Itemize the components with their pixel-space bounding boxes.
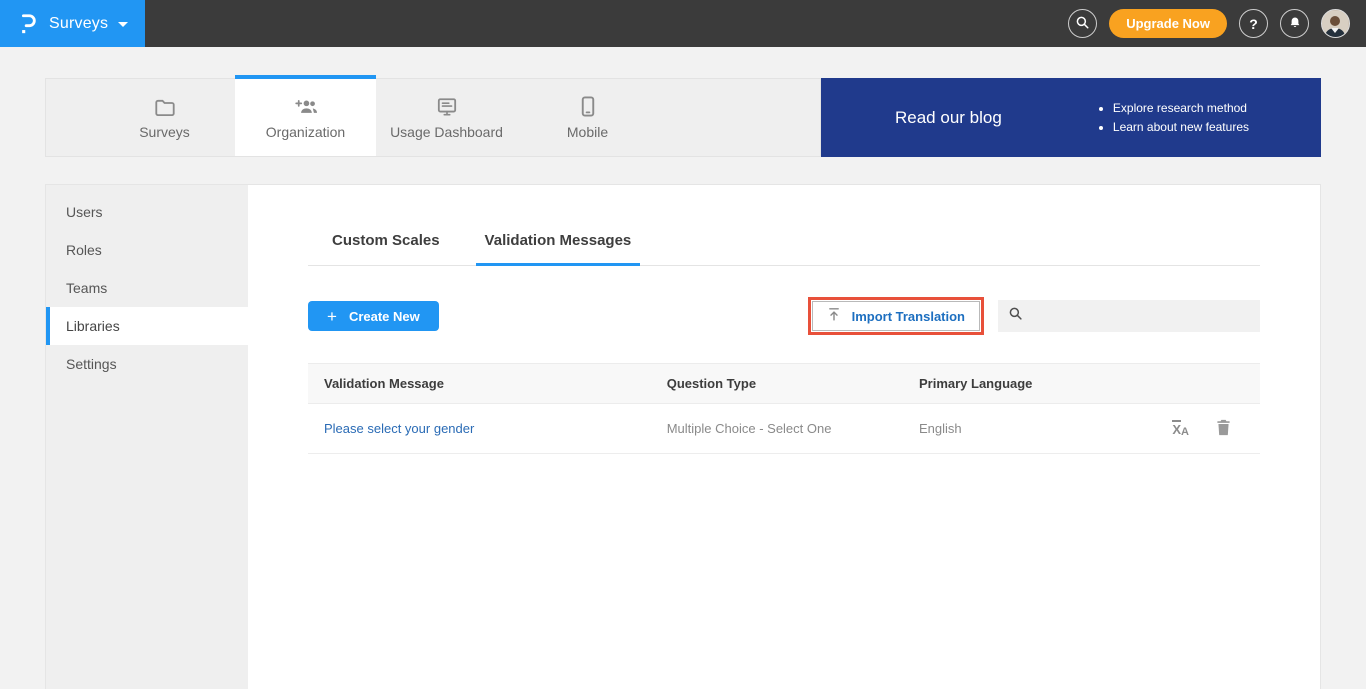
notifications-button[interactable] <box>1280 9 1309 38</box>
search-icon <box>1075 15 1090 33</box>
blog-banner-bullets: Explore research method Learn about new … <box>1097 96 1249 139</box>
topbar-actions: Upgrade Now ? <box>1068 9 1366 38</box>
sidebar-item-settings[interactable]: Settings <box>46 345 248 383</box>
toolbar: + Create New Import Translation <box>308 297 1260 335</box>
questionpro-logo-icon <box>17 12 39 36</box>
help-button[interactable]: ? <box>1239 9 1268 38</box>
table-search-input[interactable] <box>1031 300 1260 332</box>
search-icon <box>1008 306 1023 326</box>
tab-custom-scales[interactable]: Custom Scales <box>323 232 449 266</box>
question-type-cell: Multiple Choice - Select One <box>651 404 903 454</box>
nav-tab-label: Mobile <box>567 124 608 140</box>
blog-banner-title: Read our blog <box>895 108 1002 128</box>
nav-tab-label: Organization <box>266 124 345 140</box>
blog-banner[interactable]: Read our blog Explore research method Le… <box>821 78 1321 157</box>
library-tabs: Custom Scales Validation Messages <box>308 232 1260 266</box>
translate-icon: XA <box>1172 420 1189 438</box>
validation-messages-table: Validation Message Question Type Primary… <box>308 363 1260 454</box>
sidebar-item-roles[interactable]: Roles <box>46 231 248 269</box>
chevron-down-icon <box>118 22 128 27</box>
create-new-label: Create New <box>349 309 420 324</box>
upgrade-now-button[interactable]: Upgrade Now <box>1109 9 1227 38</box>
upload-icon <box>827 307 841 325</box>
tab-validation-messages[interactable]: Validation Messages <box>476 232 641 266</box>
nav-tab-mobile[interactable]: Mobile <box>517 79 658 156</box>
blog-bullet: Learn about new features <box>1113 120 1249 134</box>
user-avatar[interactable] <box>1321 9 1350 38</box>
group-add-icon <box>293 95 319 117</box>
sidebar-item-libraries[interactable]: Libraries <box>46 307 248 345</box>
bell-icon <box>1288 15 1302 33</box>
app-logo-product-switcher[interactable]: Surveys <box>0 0 145 47</box>
validation-message-link[interactable]: Please select your gender <box>324 421 474 436</box>
nav-tab-label: Usage Dashboard <box>390 124 503 140</box>
content-card: Users Roles Teams Libraries Settings Cus… <box>45 184 1321 689</box>
import-translation-label: Import Translation <box>852 309 965 324</box>
topbar-search-button[interactable] <box>1068 9 1097 38</box>
column-header-primary-language: Primary Language <box>903 364 1140 404</box>
primary-language-cell: English <box>903 404 1140 454</box>
folder-icon <box>154 95 176 117</box>
dashboard-monitor-icon <box>436 95 458 117</box>
primary-nav-row: Surveys Organization <box>45 78 1321 157</box>
create-new-button[interactable]: + Create New <box>308 301 439 331</box>
import-translation-button[interactable]: Import Translation <box>812 301 980 331</box>
delete-button[interactable] <box>1216 419 1231 439</box>
topbar: Surveys Upgrade Now ? <box>0 0 1366 47</box>
trash-icon <box>1216 424 1231 439</box>
table-search-box <box>998 300 1260 332</box>
column-header-question-type: Question Type <box>651 364 903 404</box>
nav-tab-usage-dashboard[interactable]: Usage Dashboard <box>376 79 517 156</box>
row-actions: XA <box>1156 419 1259 439</box>
settings-sidebar: Users Roles Teams Libraries Settings <box>46 185 248 689</box>
column-header-validation-message: Validation Message <box>308 364 651 404</box>
sidebar-item-users[interactable]: Users <box>46 193 248 231</box>
plus-icon: + <box>327 308 337 325</box>
nav-tab-label: Surveys <box>139 124 190 140</box>
question-mark-icon: ? <box>1249 16 1258 32</box>
mobile-phone-icon <box>581 95 595 117</box>
primary-nav-tabs: Surveys Organization <box>45 78 821 157</box>
libraries-main-panel: Custom Scales Validation Messages + Crea… <box>248 185 1320 689</box>
column-header-actions <box>1140 364 1260 404</box>
import-translation-highlight: Import Translation <box>808 297 984 335</box>
table-row: Please select your gender Multiple Choic… <box>308 404 1260 454</box>
sidebar-item-teams[interactable]: Teams <box>46 269 248 307</box>
nav-tab-surveys[interactable]: Surveys <box>94 79 235 156</box>
blog-bullet: Explore research method <box>1113 101 1249 115</box>
product-label: Surveys <box>49 15 108 33</box>
nav-tab-organization[interactable]: Organization <box>235 79 376 156</box>
toolbar-right-group: Import Translation <box>808 297 1260 335</box>
table-header-row: Validation Message Question Type Primary… <box>308 364 1260 404</box>
translate-button[interactable]: XA <box>1172 420 1189 438</box>
